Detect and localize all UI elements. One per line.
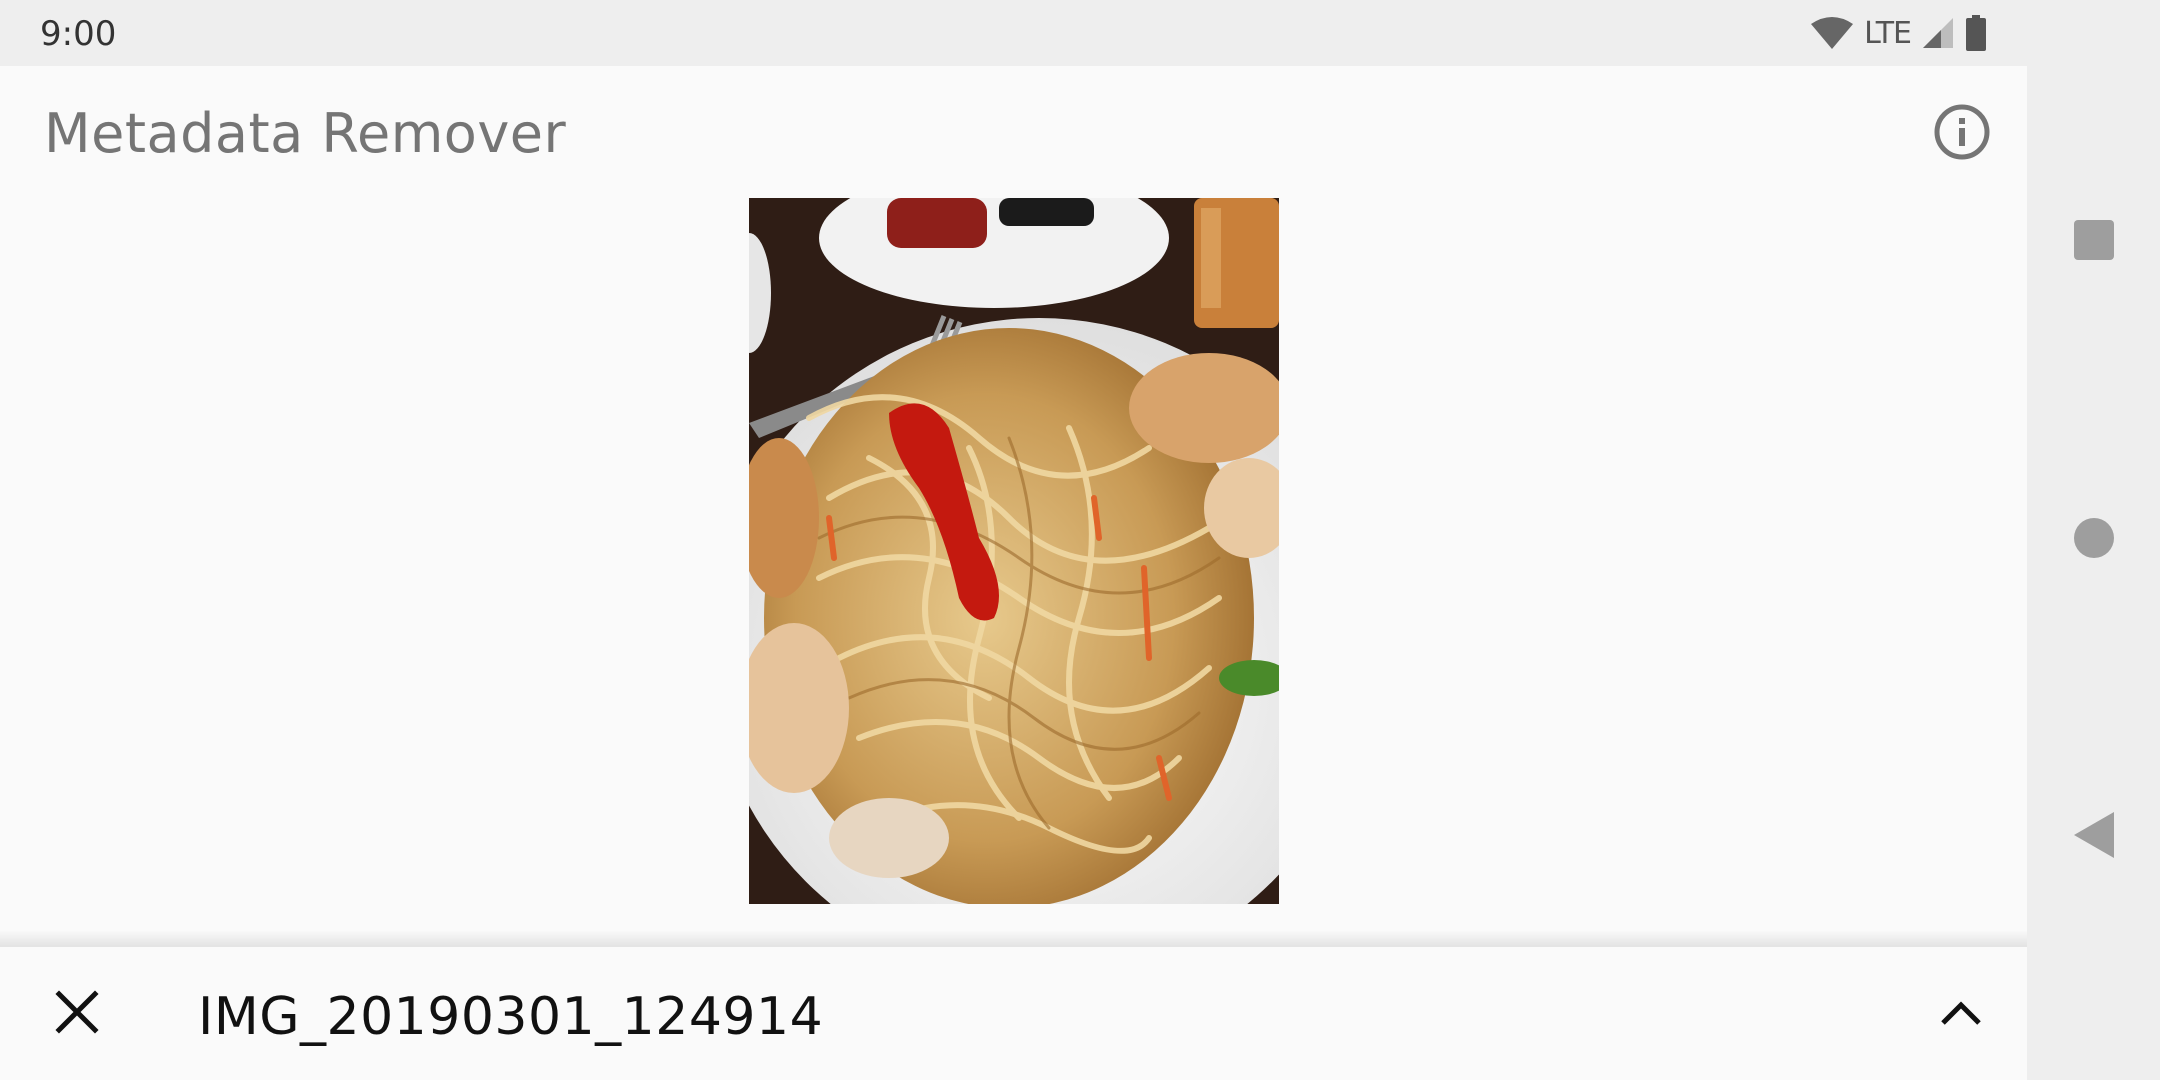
close-icon [55,990,99,1038]
battery-icon [1965,15,1987,51]
home-button[interactable] [2027,480,2160,600]
chevron-up-icon [1939,997,1983,1031]
navigation-bar [2027,0,2160,1080]
network-type: LTE [1864,15,1912,51]
back-icon [2072,810,2116,864]
file-name: IMG_20190301_124914 [198,987,824,1047]
app-title: Metadata Remover [44,102,567,165]
cell-signal-icon [1921,16,1955,50]
noodle-photo [749,198,1279,904]
status-icons: LTE [1810,12,1987,54]
info-icon [1933,103,1991,165]
status-bar: 9:00 LTE [0,0,2027,66]
wifi-icon [1810,16,1854,50]
bottom-sheet: IMG_20190301_124914 [0,946,2027,1080]
status-time: 9:00 [40,14,117,54]
info-button[interactable] [1930,102,1994,166]
recents-icon [2072,218,2116,266]
recents-button[interactable] [2027,182,2160,302]
home-icon [2072,516,2116,564]
expand-button[interactable] [1930,983,1992,1045]
back-button[interactable] [2027,777,2160,897]
image-preview[interactable] [749,198,1279,904]
close-button[interactable] [46,983,108,1045]
app-bar: Metadata Remover [0,66,2027,198]
screen: 9:00 LTE Metadata Remover IMG_20190301_1… [0,0,2160,1080]
